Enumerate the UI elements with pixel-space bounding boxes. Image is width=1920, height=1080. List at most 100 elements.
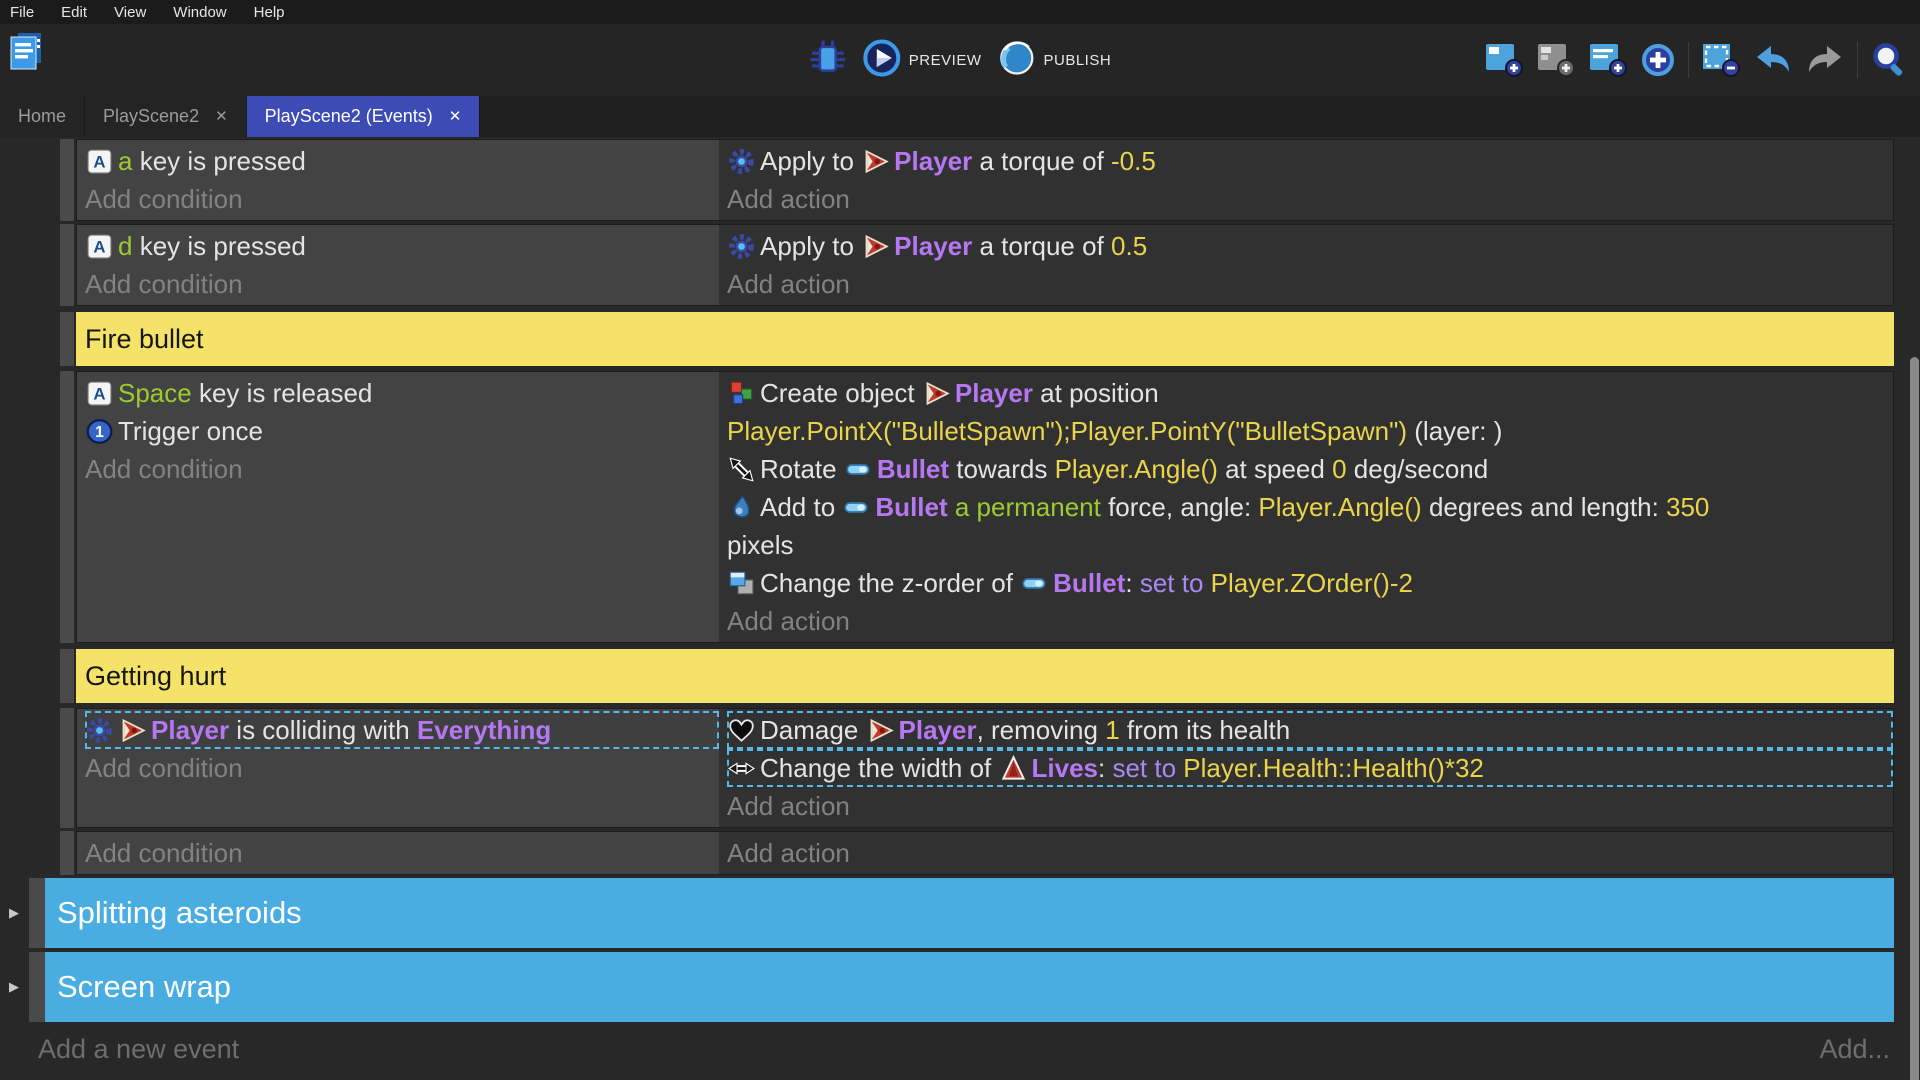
width-icon [728, 755, 755, 782]
rotate-icon [728, 456, 755, 483]
group-collapse-arrow-icon[interactable]: ▶ [9, 905, 19, 921]
add-condition-button[interactable]: Add condition [85, 265, 719, 303]
actions-column: Apply to Player a torque of 0.5Add actio… [719, 225, 1893, 305]
svg-text:1: 1 [95, 424, 104, 441]
add-action-button[interactable]: Add action [727, 787, 1893, 825]
action[interactable]: Damage Player, removing 1 from its healt… [727, 711, 1893, 749]
add-comment-icon[interactable] [1588, 42, 1628, 78]
add-event-icon[interactable] [1484, 42, 1524, 78]
add-action-button[interactable]: Add action [727, 602, 1893, 640]
event-handle[interactable] [60, 831, 74, 875]
tab-label: PlayScene2 (Events) [265, 106, 433, 127]
undo-icon[interactable] [1753, 43, 1793, 77]
group-row: ▶ Splitting asteroids [0, 878, 1894, 948]
physics-icon [86, 717, 113, 744]
event-row: Player is colliding with EverythingAdd c… [0, 708, 1894, 828]
trigger-once-icon: 1 [86, 418, 113, 445]
event-row: Aa key is pressedAdd conditionApply to P… [0, 139, 1894, 221]
group-title[interactable]: Screen wrap [45, 952, 1894, 1022]
menu-file[interactable]: File [10, 4, 34, 21]
add-action-button[interactable]: Add action [727, 265, 1893, 303]
event-handle[interactable] [29, 878, 45, 948]
events-sheet: Aa key is pressedAdd conditionApply to P… [0, 137, 1920, 1080]
action[interactable]: Apply to Player a torque of 0.5 [727, 227, 1893, 265]
player-icon [862, 233, 889, 260]
create-object-icon [728, 380, 755, 407]
menu-window[interactable]: Window [173, 4, 226, 21]
conditions-column: Add condition [77, 832, 719, 874]
add-condition-button[interactable]: Add condition [85, 834, 719, 872]
preview-button[interactable]: PREVIEW [863, 39, 982, 81]
condition[interactable]: ASpace key is released [85, 374, 719, 412]
player-icon [867, 717, 894, 744]
actions-column: Add action [719, 832, 1893, 874]
player-icon [923, 380, 950, 407]
keyboard-icon: A [86, 233, 113, 260]
scrollbar[interactable] [1910, 357, 1919, 1080]
events-footer: Add a new event Add... [38, 1034, 1890, 1065]
event-handle[interactable] [60, 224, 74, 306]
actions-column: Apply to Player a torque of -0.5Add acti… [719, 140, 1893, 220]
add-more-button[interactable]: Add... [1819, 1034, 1890, 1065]
toolbar: PREVIEW PUBLISH [0, 24, 1920, 96]
group-title[interactable]: Splitting asteroids [45, 878, 1894, 948]
add-condition-button[interactable]: Add condition [85, 180, 719, 218]
add-condition-button[interactable]: Add condition [85, 749, 719, 787]
toolbar-separator [1688, 42, 1689, 78]
bullet-icon [1021, 570, 1048, 597]
condition[interactable]: Player is colliding with Everything [85, 711, 719, 749]
tab-playscene2[interactable]: PlayScene2 ✕ [85, 96, 247, 137]
bullet-icon [845, 456, 872, 483]
event-handle[interactable] [60, 708, 74, 828]
add-new-event-button[interactable]: Add a new event [38, 1034, 239, 1065]
player-icon [119, 717, 146, 744]
action[interactable]: Change the width of Lives: set to Player… [727, 749, 1893, 787]
preview-play-icon [863, 39, 901, 81]
close-icon[interactable]: ✕ [449, 109, 462, 124]
comment-row: Getting hurt [0, 649, 1894, 703]
event-row: Add conditionAdd action [0, 831, 1894, 875]
event-handle[interactable] [60, 139, 74, 221]
add-condition-button[interactable]: Add condition [85, 450, 719, 488]
close-icon[interactable]: ✕ [215, 109, 228, 124]
search-icon[interactable] [1870, 41, 1908, 79]
action[interactable]: Rotate Bullet towards Player.Angle() at … [727, 450, 1893, 488]
keyboard-icon: A [86, 380, 113, 407]
menu-help[interactable]: Help [254, 4, 285, 21]
toolbar-center: PREVIEW PUBLISH [809, 24, 1111, 96]
delete-selection-icon[interactable] [1701, 42, 1741, 78]
action[interactable]: Apply to Player a torque of -0.5 [727, 142, 1893, 180]
comment-text[interactable]: Fire bullet [76, 312, 1894, 366]
condition[interactable]: 1Trigger once [85, 412, 719, 450]
condition[interactable]: Ad key is pressed [85, 227, 719, 265]
action[interactable]: Create object Player at position Player.… [727, 374, 1893, 450]
menu-view[interactable]: View [114, 4, 146, 21]
physics-icon [728, 233, 755, 260]
menu-edit[interactable]: Edit [61, 4, 87, 21]
event-handle[interactable] [60, 649, 74, 703]
action[interactable]: Add to Bullet a permanent force, angle: … [727, 488, 1893, 564]
add-subevent-icon[interactable] [1536, 42, 1576, 78]
condition[interactable]: Aa key is pressed [85, 142, 719, 180]
add-action-button[interactable]: Add action [727, 834, 1893, 872]
add-new-icon[interactable] [1640, 42, 1676, 78]
add-action-button[interactable]: Add action [727, 180, 1893, 218]
redo-icon[interactable] [1805, 43, 1845, 77]
toolbar-separator [1857, 42, 1858, 78]
tab-label: Home [18, 106, 66, 127]
publish-button[interactable]: PUBLISH [997, 39, 1111, 81]
conditions-column: Ad key is pressedAdd condition [77, 225, 719, 305]
event-row: Ad key is pressedAdd conditionApply to P… [0, 224, 1894, 306]
bullet-icon [843, 494, 870, 521]
group-collapse-arrow-icon[interactable]: ▶ [9, 979, 19, 995]
action[interactable]: Change the z-order of Bullet: set to Pla… [727, 564, 1893, 602]
event-handle[interactable] [60, 371, 74, 643]
tab-playscene2-events[interactable]: PlayScene2 (Events) ✕ [247, 96, 481, 137]
debugger-icon[interactable] [809, 39, 847, 82]
event-handle[interactable] [60, 312, 74, 366]
event-handle[interactable] [29, 952, 45, 1022]
lives-icon [1000, 755, 1027, 782]
comment-text[interactable]: Getting hurt [76, 649, 1894, 703]
toolbar-right [1484, 24, 1908, 96]
tab-home[interactable]: Home [0, 96, 85, 137]
